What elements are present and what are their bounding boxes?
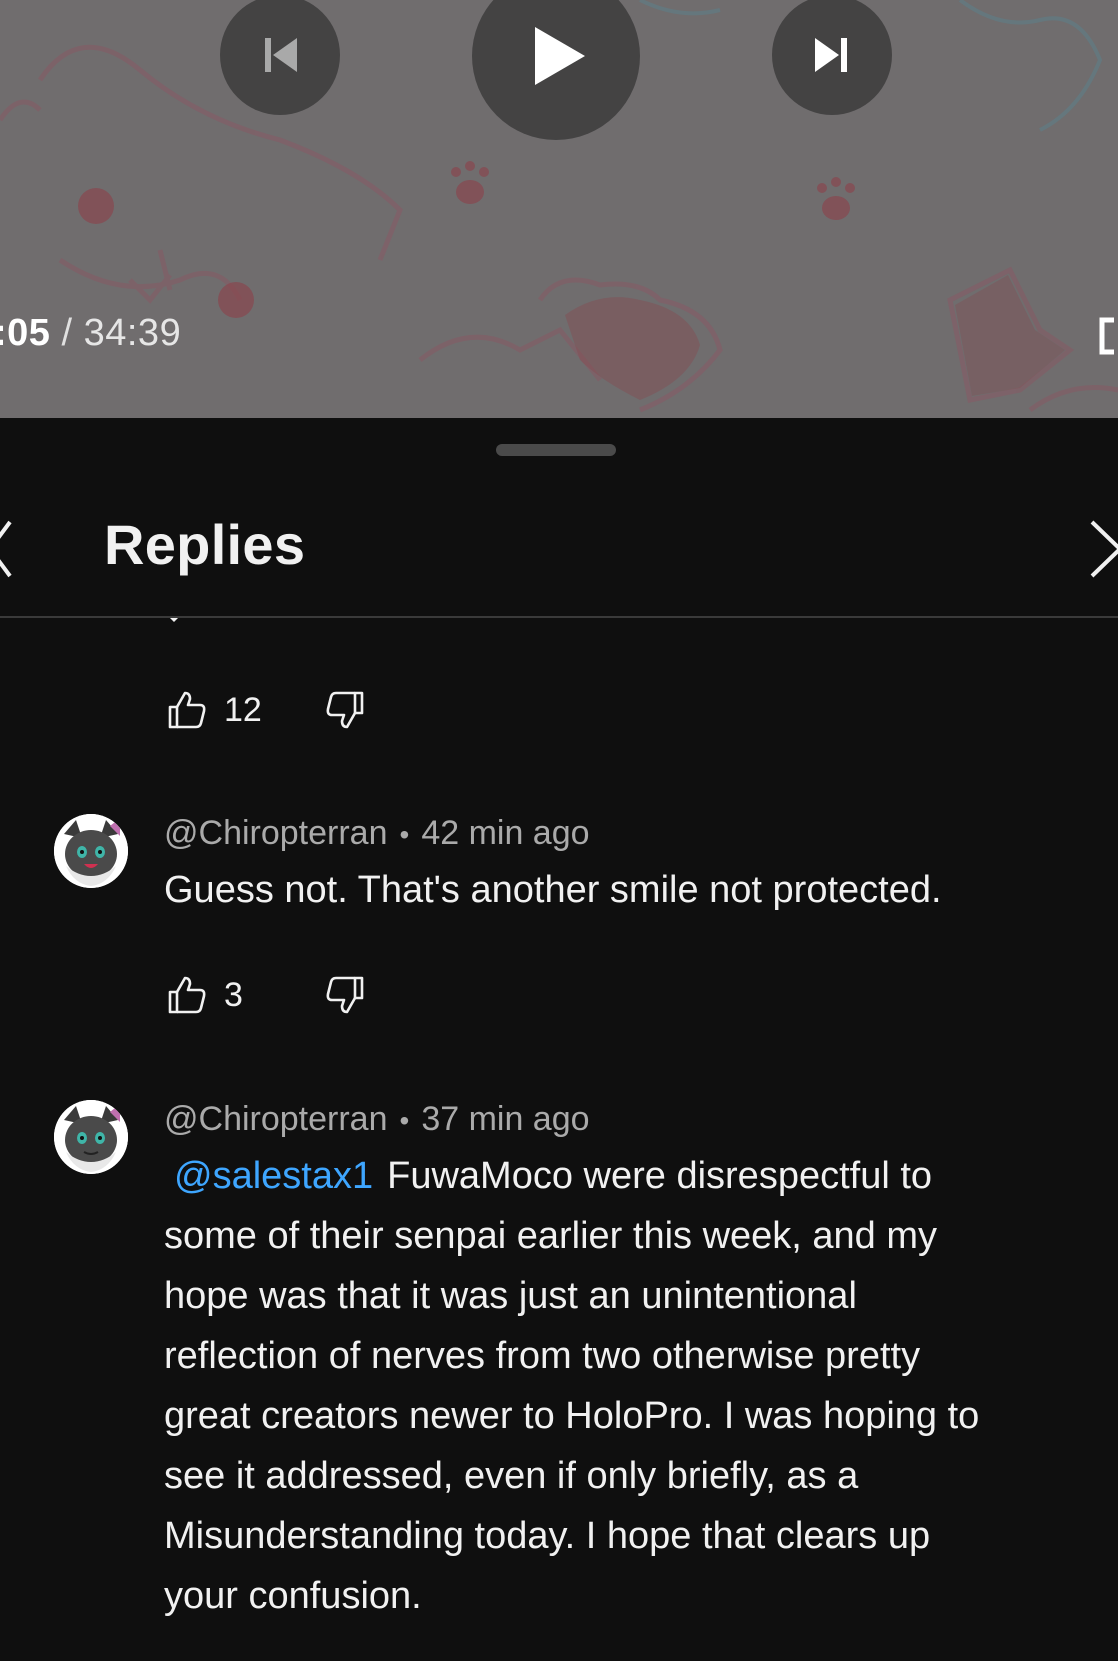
comment-text: @salestax1 FuwaMoco were disrespectful to… xyxy=(164,1146,1114,1626)
mention-link[interactable]: @salestax1 xyxy=(174,1155,373,1197)
comment-line: @salestax1 FuwaMoco were disrespectful to xyxy=(174,1155,933,1197)
comment-actions: 12 xyxy=(166,688,366,732)
meta-dot: • xyxy=(399,819,410,850)
comment-time: 42 min ago xyxy=(421,814,590,852)
comment-author[interactable]: @Chiropterran xyxy=(164,814,388,852)
comment-line: reflection of nerves from two otherwise … xyxy=(164,1335,921,1377)
close-icon[interactable] xyxy=(1088,518,1118,580)
previous-button[interactable] xyxy=(220,0,340,115)
chevron-left-icon[interactable] xyxy=(0,518,14,580)
replies-panel: Replies 12 @Chiropterran • 42 min ago Gu… xyxy=(0,418,1118,1661)
thumbs-down-icon[interactable] xyxy=(324,974,366,1016)
skip-previous-icon xyxy=(265,38,297,72)
comment-line: great creators newer to HoloPro. I was h… xyxy=(164,1395,980,1437)
time-display: :05 / 34:39 xyxy=(0,312,181,355)
bat-avatar-icon xyxy=(54,1100,128,1174)
comment-line: Misunderstanding today. I hope that clea… xyxy=(164,1515,931,1557)
video-player[interactable]: :05 / 34:39 xyxy=(0,0,1118,418)
header-divider xyxy=(0,616,1118,618)
page-title: Replies xyxy=(104,513,306,576)
comment-line: see it addressed, even if only briefly, … xyxy=(164,1455,859,1497)
meta-dot: • xyxy=(399,1105,410,1136)
like-count: 12 xyxy=(224,690,262,729)
time-separator: / xyxy=(61,312,73,354)
avatar[interactable] xyxy=(54,814,128,888)
clipped-text-fragment xyxy=(170,618,178,622)
comment-meta: @Chiropterran • 42 min ago xyxy=(164,814,590,853)
comment-text: Guess not. That's another smile not prot… xyxy=(164,869,942,911)
skip-next-icon xyxy=(815,38,847,72)
thumbs-up-icon[interactable] xyxy=(166,974,208,1016)
current-time: :05 xyxy=(0,312,51,354)
comment-line: your confusion. xyxy=(164,1575,422,1617)
drag-handle[interactable] xyxy=(496,444,616,456)
comment-line: some of their senpai earlier this week, … xyxy=(164,1215,938,1257)
comment-line: hope was that it was just an unintention… xyxy=(164,1275,857,1317)
bat-avatar-icon xyxy=(54,814,128,888)
duration: 34:39 xyxy=(83,312,182,354)
comment-meta: @Chiropterran • 37 min ago xyxy=(164,1100,590,1139)
next-button[interactable] xyxy=(772,0,892,115)
play-icon xyxy=(535,27,585,85)
thumbs-down-icon[interactable] xyxy=(324,689,366,731)
comment-actions: 3 xyxy=(166,973,366,1017)
comment-time: 37 min ago xyxy=(421,1100,590,1138)
comment-author[interactable]: @Chiropterran xyxy=(164,1100,388,1138)
avatar[interactable] xyxy=(54,1100,128,1174)
fullscreen-icon[interactable] xyxy=(1098,316,1118,356)
thumbs-up-icon[interactable] xyxy=(166,689,208,731)
like-count: 3 xyxy=(224,975,243,1014)
